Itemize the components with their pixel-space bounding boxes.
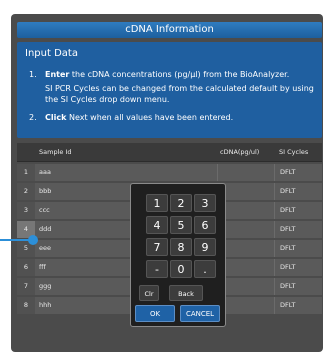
row-number: 7 [17,278,35,295]
step-1-bold: Enter [45,70,70,79]
row-number: 2 [17,183,35,200]
si-cycles-dropdown[interactable]: DFLT [274,164,322,181]
si-cycles-dropdown[interactable]: DFLT [274,297,322,314]
si-cycles-dropdown[interactable]: DFLT [274,259,322,276]
pointer-line [0,239,30,241]
sample-id-cell: fff [39,263,46,271]
row-number: 6 [17,259,35,276]
input-data-box: Input Data 1. Enter the cDNA concentrati… [17,42,322,138]
window-title: cDNA Information [17,22,322,38]
numeric-keypad: 123 456 789 -0. Clr Back OK CANCEL [130,183,226,327]
si-cycles-dropdown[interactable]: DFLT [274,240,322,257]
input-data-heading: Input Data [25,48,78,59]
keypad-key[interactable]: 7 [146,238,168,256]
keypad-key[interactable]: 4 [146,216,168,234]
keypad-key[interactable]: 2 [170,194,192,212]
keypad-key[interactable]: 3 [194,194,216,212]
row-number: 1 [17,164,35,181]
cancel-button[interactable]: CANCEL [180,305,220,322]
keypad-key[interactable]: 0 [170,260,192,278]
step-2-text: Click Next when all values have been ent… [45,112,320,123]
keypad-key[interactable]: - [146,260,168,278]
clear-key[interactable]: Clr [139,285,159,301]
step-1-subtext: SI PCR Cycles can be changed from the ca… [45,84,314,104]
table-header: Sample Id cDNA(pg/ul) SI Cycles [17,143,322,162]
cdna-conc-input[interactable] [217,164,272,181]
sample-id-cell: ggg [39,282,52,290]
ok-button[interactable]: OK [135,305,175,322]
sample-id-cell: aaa [39,168,51,176]
header-si-cycles: SI Cycles [279,148,309,156]
step-2-number: 2. [29,113,37,122]
step-2-body: Next when all values have been entered. [66,113,234,122]
keypad-key[interactable]: 1 [146,194,168,212]
step-1-text: Enter the cDNA concentrations (pg/µl) fr… [45,69,320,105]
keypad-key[interactable]: 9 [194,238,216,256]
si-cycles-dropdown[interactable]: DFLT [274,202,322,219]
step-2-bold: Click [45,113,67,122]
si-cycles-dropdown[interactable]: DFLT [274,278,322,295]
si-cycles-dropdown[interactable]: DFLT [274,221,322,238]
si-cycles-dropdown[interactable]: DFLT [274,183,322,200]
step-1-number: 1. [29,70,37,79]
sample-id-cell: ddd [39,225,52,233]
step-1-body: the cDNA concentrations (pg/µl) from the… [69,70,290,79]
sample-id-cell: ccc [39,206,50,214]
backspace-key[interactable]: Back [169,285,203,301]
row-number: 8 [17,297,35,314]
header-cdna-conc: cDNA(pg/ul) [220,148,260,156]
pointer-dot [28,235,38,245]
instruction-step-1: 1. Enter the cDNA concentrations (pg/µl)… [29,69,319,105]
sample-id-cell: eee [39,244,51,252]
sample-id-cell: bbb [39,187,52,195]
keypad-key[interactable]: 6 [194,216,216,234]
keypad-key[interactable]: 8 [170,238,192,256]
table-row[interactable]: 1 aaa DFLT [17,164,322,181]
row-number: 3 [17,202,35,219]
sample-id-cell: hhh [39,301,52,309]
header-sample-id: Sample Id [39,148,72,156]
keypad-key[interactable]: 5 [170,216,192,234]
keypad-key[interactable]: . [194,260,216,278]
